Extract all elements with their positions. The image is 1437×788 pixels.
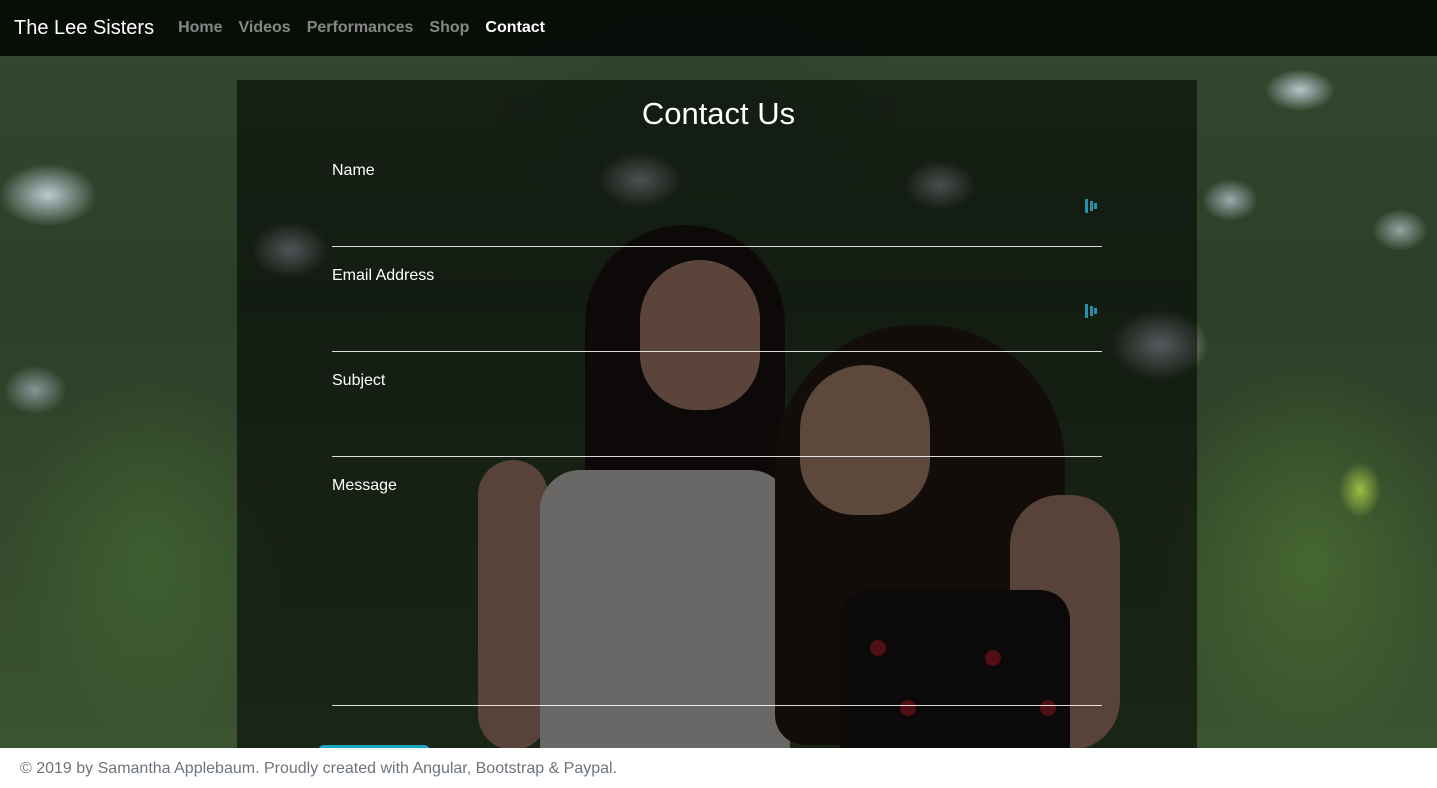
name-label: Name [332,162,375,179]
nav-link-shop[interactable]: Shop [429,19,469,37]
subject-field[interactable] [332,396,1102,457]
footer-copyright: © 2019 by Samantha Applebaum. Proudly cr… [20,760,618,777]
page-title: Contact Us [641,96,796,131]
nav-link-contact[interactable]: Contact [485,19,545,37]
subject-label: Subject [332,372,386,389]
message-label: Message [332,477,397,494]
nav-link-home[interactable]: Home [178,19,222,37]
footer: © 2019 by Samantha Applebaum. Proudly cr… [0,748,1437,788]
nav-link-performances[interactable]: Performances [307,19,414,37]
nav-link-videos[interactable]: Videos [239,19,291,37]
brand-link[interactable]: The Lee Sisters [14,17,154,40]
top-navbar: The Lee Sisters Home Videos Performances… [0,0,1437,56]
message-field[interactable] [332,501,1102,706]
email-label: Email Address [332,267,435,284]
password-manager-icon[interactable] [1085,304,1097,318]
name-field[interactable] [332,186,1102,247]
password-manager-icon[interactable] [1085,199,1097,213]
email-field[interactable] [332,291,1102,352]
